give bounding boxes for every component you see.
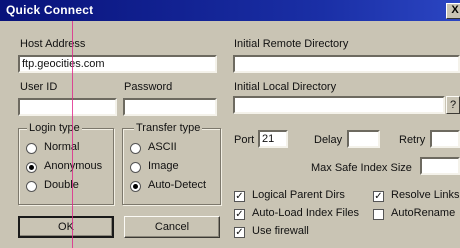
login-anonymous-radio[interactable] [26, 162, 37, 173]
resolve-links-checkbox[interactable]: ✓ [373, 191, 384, 202]
user-id-input[interactable] [18, 98, 117, 116]
login-double-radio[interactable] [26, 181, 37, 192]
transfer-ascii-radio[interactable] [130, 143, 141, 154]
cancel-button[interactable]: Cancel [124, 216, 220, 238]
login-normal-radio[interactable] [26, 143, 37, 154]
title-bar[interactable]: Quick Connect X [0, 0, 460, 21]
quick-connect-dialog: Quick Connect X Host Address ftp.geociti… [0, 0, 460, 248]
port-label: Port [234, 134, 255, 146]
close-button[interactable]: X [446, 3, 460, 19]
retry-label: Retry [399, 134, 426, 146]
login-double-label: Double [44, 179, 79, 191]
use-firewall-checkbox[interactable]: ✓ [234, 227, 245, 238]
password-input[interactable] [123, 98, 217, 116]
transfer-image-radio[interactable] [130, 162, 141, 173]
transfer-auto-detect-radio[interactable] [130, 181, 141, 192]
vertical-guide-line [72, 21, 73, 248]
local-dir-label: Initial Local Directory [234, 81, 337, 93]
transfer-image-label: Image [148, 160, 179, 172]
local-dir-help-button[interactable]: ? [446, 96, 460, 114]
transfer-type-legend: Transfer type [134, 122, 203, 134]
transfer-ascii-label: ASCII [148, 141, 177, 153]
resolve-links-label: Resolve Links [391, 189, 460, 201]
auto-rename-label: AutoRename [391, 207, 456, 219]
login-normal-label: Normal [44, 141, 80, 153]
user-id-label: User ID [20, 81, 58, 93]
auto-rename-checkbox[interactable] [373, 209, 384, 220]
auto-load-index-checkbox[interactable]: ✓ [234, 209, 245, 220]
delay-input[interactable] [347, 130, 380, 148]
max-index-input[interactable] [420, 157, 460, 175]
delay-label: Delay [314, 134, 343, 146]
remote-dir-input[interactable] [233, 55, 460, 73]
use-firewall-label: Use firewall [252, 225, 309, 237]
host-address-label: Host Address [20, 38, 86, 50]
window-title: Quick Connect [6, 3, 94, 17]
logical-parent-dirs-label: Logical Parent Dirs [252, 189, 345, 201]
local-dir-input[interactable] [233, 96, 445, 114]
max-index-label: Max Safe Index Size [311, 162, 412, 174]
login-anonymous-label: Anonymous [44, 160, 103, 172]
retry-input[interactable] [430, 130, 460, 148]
ok-button[interactable]: OK [18, 216, 114, 238]
host-address-input[interactable]: ftp.geocities.com [18, 55, 217, 73]
login-type-legend: Login type [27, 122, 82, 134]
password-label: Password [124, 81, 173, 93]
logical-parent-dirs-checkbox[interactable]: ✓ [234, 191, 245, 202]
transfer-auto-detect-label: Auto-Detect [148, 179, 207, 191]
port-input[interactable]: 21 [258, 130, 288, 148]
remote-dir-label: Initial Remote Directory [234, 38, 349, 50]
auto-load-index-label: Auto-Load Index Files [252, 207, 360, 219]
